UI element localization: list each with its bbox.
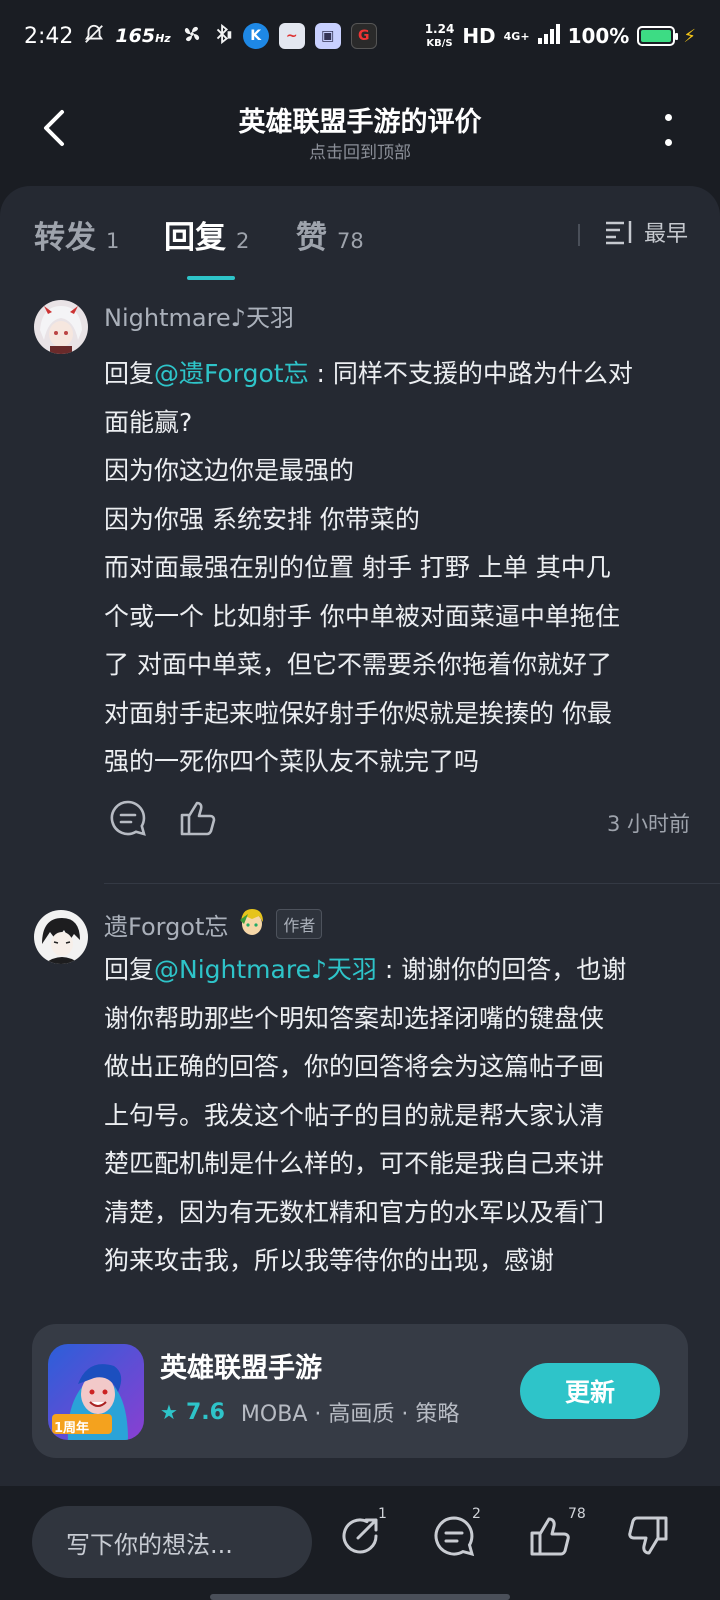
share-icon — [342, 1518, 378, 1554]
dislike-button[interactable] — [626, 1514, 674, 1562]
more-options-button[interactable] — [656, 108, 680, 152]
comment-username[interactable]: 遗Forgot忘 作者 — [104, 906, 323, 942]
charging-icon: ⚡ — [683, 25, 696, 47]
home-indicator — [210, 1594, 510, 1600]
comment-body: 回复@Nightmare♪天羽 : 谢谢你的回答，也谢 谢你帮助那些个明知答案却… — [104, 955, 627, 1275]
divider — [104, 883, 720, 884]
signal-icon — [537, 23, 560, 49]
comment-button[interactable]: 2 — [432, 1506, 481, 1562]
avatar[interactable] — [34, 300, 88, 354]
update-button[interactable]: 更新 — [520, 1363, 660, 1419]
app-monitor-icon: ~ — [278, 23, 305, 49]
game-icon-badge: 1周年 — [54, 1421, 90, 1436]
page-title[interactable]: 英雄联盟手游的评价 — [0, 100, 720, 139]
comment-actions: 3 小时前 — [104, 798, 690, 848]
comment-item: 遗Forgot忘 作者 回复@Nightmare♪天羽 : 谢谢你的回答，也谢 … — [0, 908, 720, 1328]
status-time: 2:42 — [24, 23, 74, 49]
sort-icon — [605, 221, 632, 245]
level-emoji-icon — [238, 906, 266, 942]
comment-item: Nightmare♪天羽 回复@遗Forgot忘 : 同样不支援的中路为什么对 … — [0, 298, 720, 888]
like-icon[interactable] — [178, 798, 222, 842]
status-bar: 2:42 165Hz K ~ ▣ G 1.24 KB/S HD 4G+ 100% … — [0, 0, 720, 72]
app-bag-icon: ▣ — [314, 23, 341, 49]
scroll-to-top-hint[interactable]: 点击回到顶部 — [0, 138, 720, 163]
game-icon[interactable]: 1周年 — [48, 1344, 144, 1440]
app-k-icon: K — [242, 23, 269, 49]
comment-body: 回复@遗Forgot忘 : 同样不支援的中路为什么对 面能赢? 因为你这边你是最… — [104, 359, 633, 776]
sort-button[interactable]: 最早 — [604, 216, 688, 248]
mention-link[interactable]: @遗Forgot忘 — [154, 359, 309, 388]
comment-input[interactable]: 写下你的想法... — [32, 1506, 312, 1578]
comment-time: 3 小时前 — [606, 812, 690, 836]
like-button[interactable]: 78 — [528, 1506, 586, 1562]
comment-username[interactable]: Nightmare♪天羽 — [104, 298, 294, 333]
sort-label: 最早 — [643, 222, 688, 247]
hd-indicator: HD — [462, 24, 496, 48]
mute-icon — [83, 23, 105, 50]
comment-icon — [434, 1516, 475, 1557]
battery-percent: 100% — [567, 24, 630, 48]
page-header: 英雄联盟手游的评价 点击回到顶部 — [0, 80, 720, 180]
star-icon: ★ — [160, 1400, 178, 1424]
game-rating: 7.6 — [185, 1399, 225, 1425]
author-badge: 作者 — [276, 909, 323, 939]
battery-icon — [637, 26, 679, 46]
game-tags: MOBA · 高画质 · 策略 — [240, 1402, 460, 1427]
refresh-rate: 165Hz — [115, 25, 171, 47]
game-meta: ★ 7.6 MOBA · 高画质 · 策略 — [160, 1396, 459, 1428]
game-card[interactable]: 1周年 英雄联盟手游 ★ 7.6 MOBA · 高画质 · 策略 更新 — [32, 1324, 688, 1458]
active-tab-indicator — [187, 276, 235, 280]
divider — [578, 224, 580, 246]
game-name: 英雄联盟手游 — [160, 1353, 322, 1384]
net-speed: 1.24 KB/S — [424, 21, 455, 49]
tab-bar: 转发 1 回复 2 赞 78 最早 — [0, 186, 720, 286]
share-button[interactable]: 1 — [338, 1506, 387, 1562]
tab-likes[interactable]: 赞 78 — [296, 212, 364, 257]
dislike-icon — [628, 1516, 668, 1555]
like-count: 78 — [568, 1506, 586, 1522]
share-count: 1 — [378, 1506, 387, 1522]
app-g-icon: G — [350, 23, 377, 49]
comment-count: 2 — [472, 1506, 481, 1522]
tab-replies[interactable]: 回复 2 — [164, 212, 249, 257]
tab-reposts[interactable]: 转发 1 — [34, 212, 119, 257]
like-icon — [530, 1517, 570, 1556]
fan-icon — [181, 23, 203, 50]
bottom-action-bar: 写下你的想法... 1 2 78 — [0, 1486, 720, 1600]
avatar[interactable] — [34, 910, 88, 964]
network-type: 4G+ — [503, 29, 530, 43]
reply-icon[interactable] — [108, 798, 152, 842]
bluetooth-icon — [213, 23, 233, 50]
mention-link[interactable]: @Nightmare♪天羽 — [154, 955, 377, 984]
